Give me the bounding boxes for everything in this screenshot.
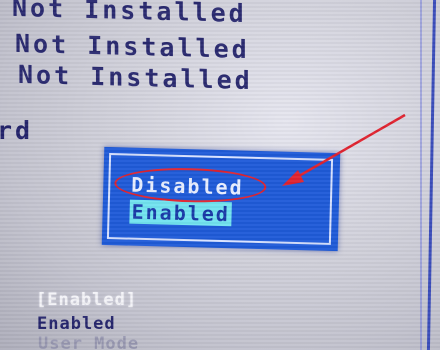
bios-screen: Not Installed Not Installed Not Installe… <box>0 0 440 350</box>
enabled-text: Enabled <box>37 314 116 334</box>
user-mode-text: User Mode <box>38 334 140 350</box>
arrow-head <box>282 170 304 186</box>
arrow-shaft <box>291 113 406 182</box>
current-setting-value[interactable]: [Enabled] <box>36 290 137 310</box>
